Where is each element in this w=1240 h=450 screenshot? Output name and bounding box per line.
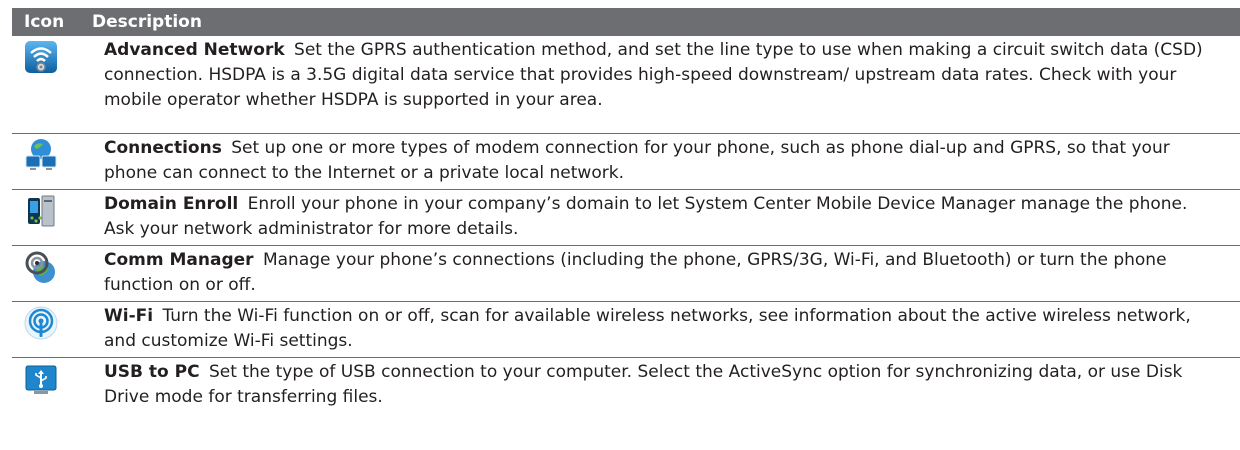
- row-text: Set the type of USB connection to your c…: [104, 362, 1183, 407]
- icon-cell: [12, 134, 104, 189]
- icon-cell: [12, 190, 104, 245]
- advanced-network-icon: [25, 41, 57, 73]
- usb-to-pc-icon: [25, 365, 57, 394]
- row-text: Manage your phone’s connections (includi…: [104, 250, 1167, 295]
- description-cell: Comm Manager Manage your phone’s connect…: [104, 246, 1240, 301]
- description-cell: Domain Enroll Enroll your phone in your …: [104, 190, 1240, 245]
- settings-icon-table: Icon Description Advanced Network Set th…: [12, 8, 1240, 416]
- row-text: Set up one or more types of modem connec…: [104, 138, 1170, 183]
- icon-cell: [12, 246, 104, 301]
- description-cell: Advanced Network Set the GPRS authentica…: [104, 36, 1240, 133]
- table-row: Comm Manager Manage your phone’s connect…: [12, 246, 1240, 302]
- row-text: Enroll your phone in your company’s doma…: [104, 194, 1188, 239]
- row-title: Connections: [104, 138, 222, 158]
- wifi-icon: [24, 306, 58, 340]
- table-row: USB to PC Set the type of USB connection…: [12, 358, 1240, 416]
- row-title: Advanced Network: [104, 40, 285, 60]
- icon-cell: [12, 36, 104, 133]
- icon-column-header: Icon: [24, 12, 65, 32]
- icon-cell: [12, 302, 104, 357]
- table-row: Advanced Network Set the GPRS authentica…: [12, 36, 1240, 134]
- description-cell: Connections Set up one or more types of …: [104, 134, 1240, 189]
- row-title: Comm Manager: [104, 250, 254, 270]
- domain-enroll-icon: [28, 195, 55, 227]
- row-text: Turn the Wi-Fi function on or off, scan …: [104, 306, 1191, 351]
- table-header: Icon Description: [12, 8, 1240, 36]
- connections-icon: [25, 139, 57, 170]
- icon-cell: [12, 358, 104, 416]
- table-row: Connections Set up one or more types of …: [12, 134, 1240, 190]
- description-cell: USB to PC Set the type of USB connection…: [104, 358, 1240, 416]
- row-title: Domain Enroll: [104, 194, 239, 214]
- table-row: Domain Enroll Enroll your phone in your …: [12, 190, 1240, 246]
- comm-manager-icon: [25, 251, 55, 283]
- row-title: Wi-Fi: [104, 306, 154, 326]
- description-cell: Wi-Fi Turn the Wi-Fi function on or off,…: [104, 302, 1240, 357]
- table-row: Wi-Fi Turn the Wi-Fi function on or off,…: [12, 302, 1240, 358]
- description-column-header: Description: [92, 12, 202, 32]
- row-title: USB to PC: [104, 362, 200, 382]
